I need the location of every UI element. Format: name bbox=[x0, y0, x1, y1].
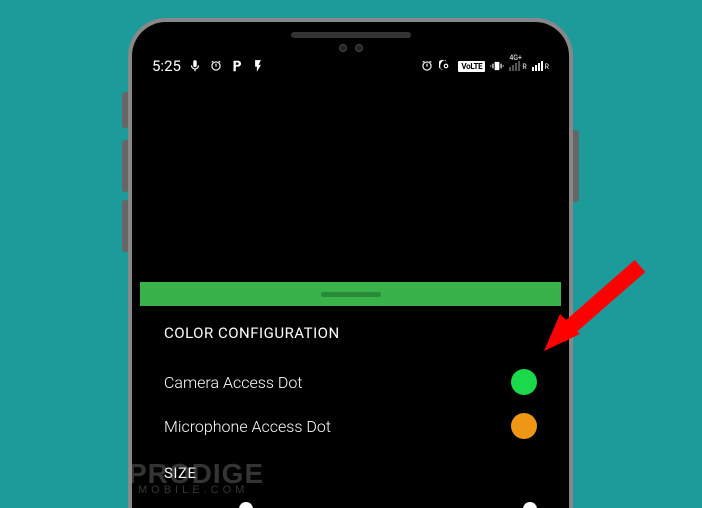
vibrate-icon bbox=[490, 59, 504, 73]
slider-thumb[interactable] bbox=[239, 502, 253, 508]
microphone-access-dot-row[interactable]: Microphone Access Dot bbox=[164, 404, 537, 448]
bottom-sheet-handle[interactable] bbox=[140, 282, 561, 306]
status-bar: 5:25 VoLTE 4G+ R R bbox=[140, 52, 561, 80]
volte-badge: VoLTE bbox=[458, 61, 485, 72]
p-icon bbox=[230, 59, 244, 73]
flash-icon bbox=[251, 59, 265, 73]
slider-thumb[interactable] bbox=[523, 502, 537, 508]
hotspot-icon bbox=[439, 59, 453, 73]
status-time: 5:25 bbox=[152, 57, 181, 75]
drag-handle-icon bbox=[321, 292, 381, 297]
microphone-color-dot[interactable] bbox=[511, 413, 537, 439]
size-slider[interactable] bbox=[164, 500, 537, 508]
setting-label: Microphone Access Dot bbox=[164, 417, 331, 436]
mic-icon bbox=[188, 59, 202, 73]
phone-speaker bbox=[291, 32, 411, 38]
alarm-icon bbox=[209, 59, 223, 73]
phone-screen: 5:25 VoLTE 4G+ R R bbox=[140, 52, 561, 508]
front-camera bbox=[339, 44, 363, 52]
camera-access-dot-row[interactable]: Camera Access Dot bbox=[164, 360, 537, 404]
camera-color-dot[interactable] bbox=[511, 369, 537, 395]
setting-label: Camera Access Dot bbox=[164, 373, 302, 392]
color-config-header: COLOR CONFIGURATION bbox=[164, 324, 537, 342]
alarm-icon bbox=[420, 59, 434, 73]
phone-frame: 5:25 VoLTE 4G+ R R bbox=[128, 18, 573, 508]
signal-1: 4G+ R bbox=[509, 61, 526, 71]
signal-2: R bbox=[532, 61, 549, 71]
watermark: PRODIGE MOBILE.COM bbox=[128, 461, 264, 496]
power-button bbox=[573, 130, 579, 202]
